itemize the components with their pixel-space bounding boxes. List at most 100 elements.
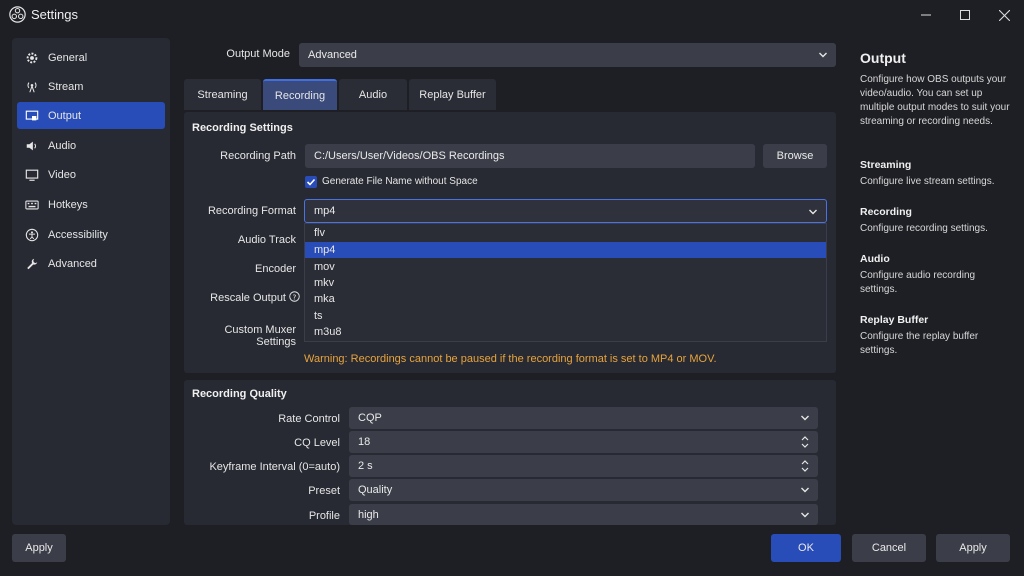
custom-muxer-label: Custom Muxer Settings (224, 324, 296, 348)
output-mode-select[interactable]: Advanced (299, 43, 836, 67)
tab-streaming[interactable]: Streaming (184, 79, 261, 110)
help-section-text: Configure audio recording settings. (860, 270, 976, 295)
recording-format-label: Recording Format (207, 205, 296, 217)
rate-control-select[interactable]: CQP (349, 407, 818, 429)
sidebar-item-audio[interactable]: Audio (17, 132, 165, 159)
apply-left-button[interactable]: Apply (12, 534, 66, 562)
format-option-ts[interactable]: ts (305, 308, 826, 324)
nospace-label: Generate File Name without Space (322, 176, 478, 187)
maximize-button[interactable] (943, 0, 987, 30)
recording-path-input[interactable]: C:/Users/User/Videos/OBS Recordings (305, 144, 755, 168)
gear-icon (26, 52, 38, 63)
recording-format-select[interactable]: mp4 (304, 199, 827, 223)
accessibility-icon (25, 228, 39, 241)
recording-settings-title: Recording Settings (192, 122, 293, 134)
title-bar (0, 0, 1024, 30)
format-warning: Warning: Recordings cannot be paused if … (304, 353, 717, 365)
output-mode-label: Output Mode (226, 48, 290, 60)
close-icon (998, 9, 1010, 21)
format-option-flv[interactable]: flv (305, 225, 826, 241)
browse-button[interactable]: Browse (763, 144, 827, 168)
profile-label: Profile (308, 510, 340, 522)
keyframe-interval-label: Keyframe Interval (0=auto) (209, 461, 340, 473)
rate-control-label: Rate Control (278, 413, 340, 425)
help-title: Output (860, 50, 906, 66)
chevron-down-icon (801, 512, 809, 518)
chevron-down-icon (819, 52, 827, 58)
sidebar-item-label: Stream (48, 80, 84, 93)
spin-arrows-icon[interactable] (800, 459, 810, 473)
format-option-m3u8[interactable]: m3u8 (305, 324, 826, 340)
sidebar-item-label: General (48, 51, 88, 64)
spin-arrows-icon[interactable] (800, 435, 810, 449)
help-section-text: Configure the replay buffer settings. (860, 331, 979, 356)
help-intro: Configure how OBS outputs your video/aud… (860, 74, 1010, 127)
chevron-down-icon (801, 415, 809, 421)
sidebar: General Stream Output Audio Video Hotkey… (12, 38, 170, 525)
speaker-icon (26, 141, 37, 150)
sidebar-item-label: Hotkeys (48, 198, 88, 211)
preset-label: Preset (308, 485, 340, 497)
sidebar-item-advanced[interactable]: Advanced (17, 250, 165, 277)
recording-format-value: mp4 (314, 205, 336, 217)
recording-format-dropdown: flv mp4 mov mkv mka ts m3u8 (304, 223, 827, 342)
chevron-down-icon (809, 209, 817, 215)
minimize-icon (921, 14, 931, 16)
tab-audio[interactable]: Audio (339, 79, 407, 110)
sidebar-item-label: Advanced (48, 257, 97, 270)
recording-path-value: C:/Users/User/Videos/OBS Recordings (314, 150, 505, 162)
sidebar-item-general[interactable]: General (17, 44, 165, 71)
format-option-mka[interactable]: mka (305, 291, 826, 307)
help-section-title: Replay Buffer (860, 314, 929, 326)
recording-quality-title: Recording Quality (192, 388, 287, 400)
output-mode-value: Advanced (308, 49, 357, 61)
preset-value: Quality (358, 484, 393, 496)
format-option-mp4[interactable]: mp4 (305, 242, 826, 258)
close-button[interactable] (982, 0, 1024, 30)
profile-value: high (358, 508, 379, 521)
checkmark-icon (306, 178, 316, 186)
cq-level-value: 18 (358, 436, 371, 448)
sidebar-item-accessibility[interactable]: Accessibility (17, 221, 165, 248)
sidebar-item-stream[interactable]: Stream (17, 73, 165, 100)
format-option-mkv[interactable]: mkv (305, 275, 826, 291)
chevron-down-icon (801, 487, 809, 493)
output-icon (25, 110, 39, 120)
tab-replay-buffer[interactable]: Replay Buffer (409, 79, 496, 110)
help-icon[interactable]: ? (289, 291, 300, 302)
help-section-title: Streaming (860, 159, 912, 171)
apply-button[interactable]: Apply (936, 534, 1010, 562)
maximize-icon (960, 10, 970, 20)
minimize-button[interactable] (904, 0, 948, 30)
keyboard-icon (25, 200, 39, 209)
monitor-icon (25, 169, 39, 181)
cq-level-spinbox[interactable]: 18 (349, 431, 818, 453)
cancel-button[interactable]: Cancel (852, 534, 926, 562)
help-section-text: Configure recording settings. (860, 223, 988, 234)
window-title: Settings (31, 7, 78, 22)
tab-recording[interactable]: Recording (263, 79, 337, 110)
audio-track-label: Audio Track (237, 234, 296, 246)
profile-select[interactable]: high (349, 504, 818, 525)
sidebar-item-label: Audio (48, 139, 77, 152)
svg-text:?: ? (293, 292, 297, 301)
preset-select[interactable]: Quality (349, 479, 818, 501)
nospace-checkbox[interactable] (305, 176, 317, 188)
keyframe-interval-spinbox[interactable]: 2 s (349, 455, 818, 477)
rescale-output-label: Rescale Output (210, 292, 286, 304)
keyframe-interval-value: 2 s (358, 460, 373, 472)
help-section-title: Recording (860, 206, 912, 218)
help-section-text: Configure live stream settings. (860, 176, 995, 187)
recording-path-label: Recording Path (220, 150, 296, 162)
format-option-mov[interactable]: mov (305, 259, 826, 275)
ok-button[interactable]: OK (771, 534, 841, 562)
sidebar-item-output[interactable]: Output (17, 102, 165, 129)
help-panel: Output Configure how OBS outputs your vi… (845, 38, 1015, 525)
help-section-title: Audio (860, 253, 890, 265)
obs-logo-icon (9, 6, 26, 23)
sidebar-item-label: Video (48, 168, 76, 181)
broadcast-icon (27, 81, 37, 92)
sidebar-item-video[interactable]: Video (17, 161, 165, 188)
encoder-label: Encoder (255, 263, 296, 275)
sidebar-item-hotkeys[interactable]: Hotkeys (17, 191, 165, 218)
